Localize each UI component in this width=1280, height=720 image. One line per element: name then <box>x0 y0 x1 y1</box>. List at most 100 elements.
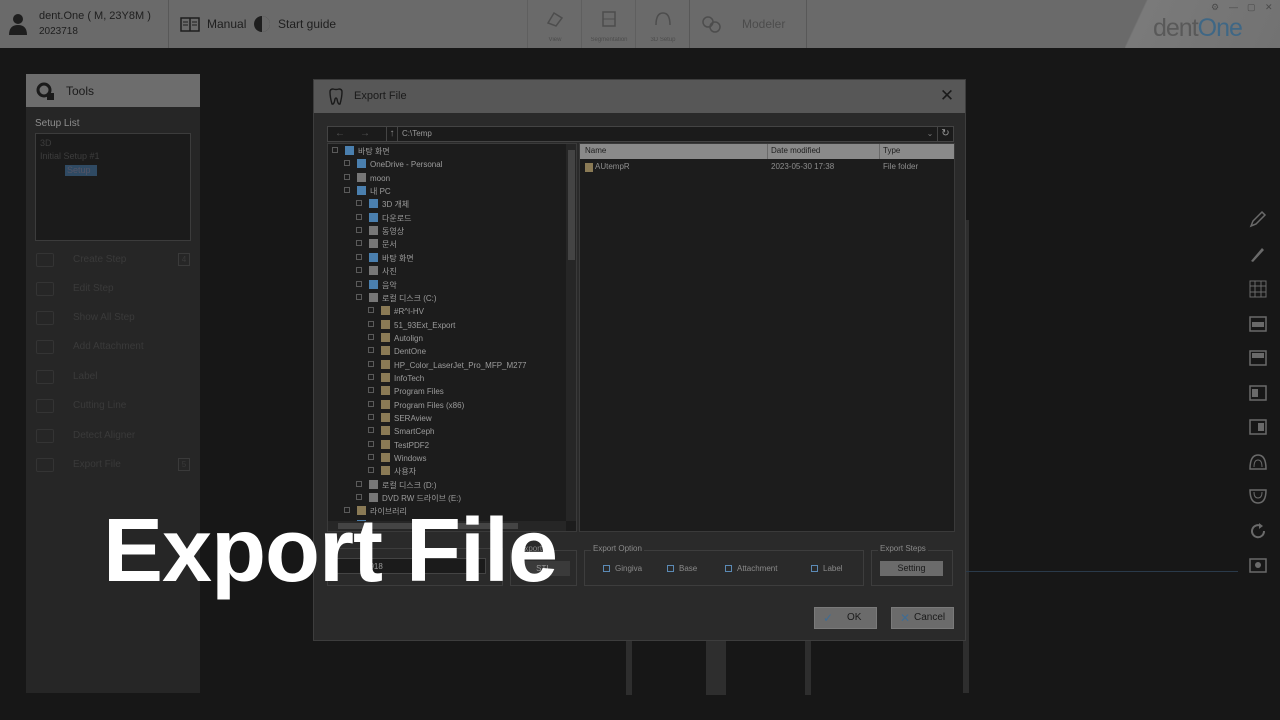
tree-item[interactable]: TestPDF2 <box>368 439 429 453</box>
tree-item[interactable]: moon <box>344 172 390 186</box>
tree-item[interactable]: 내 PC <box>344 186 391 199</box>
label-checkbox[interactable]: Label <box>811 564 843 573</box>
expand-toggle-icon[interactable] <box>356 227 362 234</box>
tab-segmentation[interactable]: Segmentation <box>581 0 635 48</box>
tree-item[interactable]: 사진 <box>356 266 397 279</box>
expand-toggle-icon[interactable] <box>368 347 374 354</box>
tree-item[interactable]: OneDrive - Personal <box>344 159 442 172</box>
label-button[interactable]: Label <box>36 368 194 388</box>
upper-arch-icon[interactable] <box>1248 452 1268 472</box>
chevron-down-icon[interactable]: ⌄ <box>924 127 936 141</box>
tree-item[interactable]: 음악 <box>356 279 397 293</box>
expand-toggle-icon[interactable] <box>344 173 350 180</box>
gingiva-checkbox[interactable]: Gingiva <box>603 564 642 573</box>
back-arrow-icon[interactable]: ← <box>329 127 351 141</box>
column-date-modified[interactable]: Date modified <box>771 146 820 155</box>
expand-toggle-icon[interactable] <box>368 373 374 380</box>
right-view-icon[interactable] <box>1248 417 1268 437</box>
tree-item[interactable]: 문서 <box>356 239 397 252</box>
expand-toggle-icon[interactable] <box>368 360 374 367</box>
left-view-icon[interactable] <box>1248 383 1268 403</box>
setup-item[interactable]: 3D <box>40 138 52 148</box>
expand-toggle-icon[interactable] <box>356 280 362 287</box>
tree-item[interactable]: 로컬 디스크 (D:) <box>356 479 437 493</box>
back-view-icon[interactable] <box>1248 348 1268 368</box>
expand-toggle-icon[interactable] <box>344 160 350 167</box>
setting-button[interactable]: Setting <box>880 561 943 576</box>
tree-item[interactable]: 51_93Ext_Export <box>368 319 455 333</box>
expand-toggle-icon[interactable] <box>356 240 362 247</box>
expand-toggle-icon[interactable] <box>356 267 362 274</box>
expand-toggle-icon[interactable] <box>332 147 338 153</box>
tree-item[interactable]: Autolign <box>368 332 423 346</box>
lower-arch-icon[interactable] <box>1248 486 1268 506</box>
tree-item[interactable]: DentOne <box>368 346 426 359</box>
expand-toggle-icon[interactable] <box>368 440 374 447</box>
base-checkbox[interactable]: Base <box>667 564 697 573</box>
tree-item[interactable]: 바탕 화면 <box>356 252 414 266</box>
cancel-button[interactable]: ✕ Cancel <box>891 607 954 629</box>
expand-toggle-icon[interactable] <box>368 400 374 407</box>
tree-item[interactable]: 바탕 화면 <box>332 146 390 159</box>
window-close-icon[interactable]: ✕ <box>1265 2 1273 13</box>
up-arrow-icon[interactable]: ↑ <box>386 127 398 141</box>
expand-toggle-icon[interactable] <box>356 293 362 300</box>
tree-item[interactable]: 사용자 <box>368 466 416 479</box>
expand-toggle-icon[interactable] <box>368 387 374 394</box>
forward-arrow-icon[interactable]: → <box>354 127 376 141</box>
tree-item[interactable]: 동영상 <box>356 226 404 239</box>
modeler-button[interactable]: Modeler <box>700 12 804 36</box>
expand-toggle-icon[interactable] <box>368 320 374 327</box>
start-guide-button[interactable]: Start guide <box>253 12 336 36</box>
add-attachment-button[interactable]: Add Attachment <box>36 338 194 358</box>
tree-item[interactable]: #R^I-HV <box>368 306 424 319</box>
tab-view[interactable]: View <box>527 0 581 48</box>
tree-item[interactable]: Program Files (x86) <box>368 399 464 413</box>
create-step-button[interactable]: Create Step 4 <box>36 251 194 271</box>
tree-item[interactable]: 3D 개체 <box>356 199 409 212</box>
tree-item[interactable]: 로컬 디스크 (C:) <box>356 292 437 306</box>
front-view-icon[interactable] <box>1248 314 1268 334</box>
tree-item[interactable]: SERAview <box>368 413 432 426</box>
expand-toggle-icon[interactable] <box>368 333 374 340</box>
setup-list[interactable]: 3D Initial Setup #1 Setup <box>35 133 191 241</box>
edit-step-button[interactable]: Edit Step <box>36 280 194 300</box>
expand-toggle-icon[interactable] <box>356 253 362 260</box>
expand-toggle-icon[interactable] <box>368 467 374 474</box>
show-all-step-button[interactable]: Show All Step <box>36 309 194 329</box>
expand-toggle-icon[interactable] <box>344 187 350 194</box>
pencil-icon[interactable] <box>1248 209 1268 229</box>
file-row[interactable]: AUtempR 2023-05-30 17:38 File folder <box>580 162 954 174</box>
setup-item[interactable]: Initial Setup #1 <box>40 151 100 161</box>
tab-3d-setup[interactable]: 3D Setup <box>635 0 689 48</box>
tree-item[interactable]: 다운로드 <box>356 212 411 226</box>
tree-item[interactable]: Program Files <box>368 386 444 399</box>
column-type[interactable]: Type <box>883 146 900 155</box>
close-icon[interactable]: ✕ <box>938 86 956 106</box>
export-file-button[interactable]: Export File 5 <box>36 456 194 476</box>
column-name[interactable]: Name <box>585 146 606 155</box>
path-input[interactable]: C:\Temp <box>402 129 432 138</box>
folder-tree[interactable]: 바탕 화면 OneDrive - Personal moon 내 PC 3D 개체 다운로… <box>327 143 577 532</box>
tree-item[interactable]: SmartCeph <box>368 426 434 439</box>
snapshot-icon[interactable] <box>1248 555 1268 575</box>
settings-icon[interactable]: ⚙ <box>1211 2 1219 13</box>
expand-toggle-icon[interactable] <box>368 307 374 314</box>
expand-toggle-icon[interactable] <box>356 480 362 487</box>
refresh-icon[interactable]: ↻ <box>937 127 953 141</box>
detect-aligner-button[interactable]: Detect Aligner <box>36 427 194 447</box>
cutting-line-button[interactable]: Cutting Line <box>36 397 194 417</box>
attachment-checkbox[interactable]: Attachment <box>725 564 777 573</box>
file-list[interactable]: Name Date modified Type AUtempR 2023-05-… <box>579 143 955 532</box>
tree-item[interactable]: Windows <box>368 453 426 466</box>
expand-toggle-icon[interactable] <box>356 213 362 220</box>
tree-item[interactable]: InfoTech <box>368 372 424 386</box>
expand-toggle-icon[interactable] <box>356 200 362 207</box>
pen-icon[interactable] <box>1248 244 1268 264</box>
dialog-title-bar[interactable]: Export File ✕ <box>314 80 965 113</box>
rotate-icon[interactable] <box>1248 521 1268 541</box>
ok-button[interactable]: ✓ OK <box>814 607 877 629</box>
manual-button[interactable]: Manual <box>180 12 246 36</box>
maximize-icon[interactable]: ▢ <box>1247 2 1256 13</box>
setup-item[interactable]: Setup <box>67 165 91 175</box>
